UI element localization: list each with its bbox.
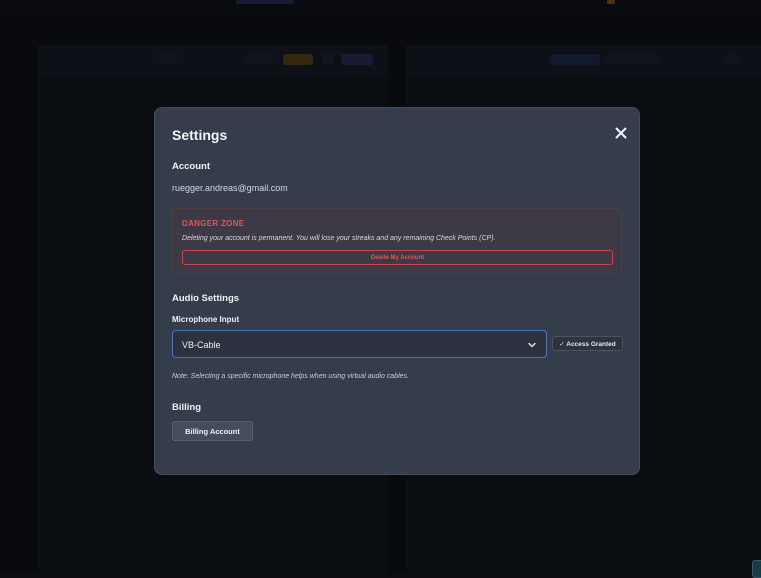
danger-zone-title: DANGER ZONE [182, 219, 245, 228]
settings-modal: Settings Account ruegger.andreas@gmail.c… [154, 107, 640, 475]
account-heading: Account [172, 161, 210, 172]
corner-floating-button[interactable] [752, 560, 761, 578]
delete-account-button[interactable]: Delete My Account [182, 250, 613, 265]
close-button[interactable] [611, 123, 631, 143]
billing-heading: Billing [172, 402, 202, 413]
danger-zone: DANGER ZONE Deleting your account is per… [172, 208, 622, 274]
microphone-select-value: VB-Cable [182, 340, 221, 350]
account-email: ruegger.andreas@gmail.com [172, 183, 288, 193]
chevron-down-icon [528, 342, 536, 348]
close-icon [615, 127, 627, 139]
microphone-note: Note: Selecting a specific microphone he… [172, 373, 409, 380]
modal-title: Settings [172, 127, 228, 143]
access-granted-badge: ✓ Access Granted [552, 336, 623, 351]
billing-account-button[interactable]: Billing Account [172, 421, 253, 441]
danger-zone-text: Deleting your account is permanent. You … [182, 235, 496, 242]
audio-settings-heading: Audio Settings [172, 293, 240, 304]
microphone-input-label: Microphone Input [172, 315, 240, 324]
microphone-select[interactable]: VB-Cable [172, 330, 547, 358]
